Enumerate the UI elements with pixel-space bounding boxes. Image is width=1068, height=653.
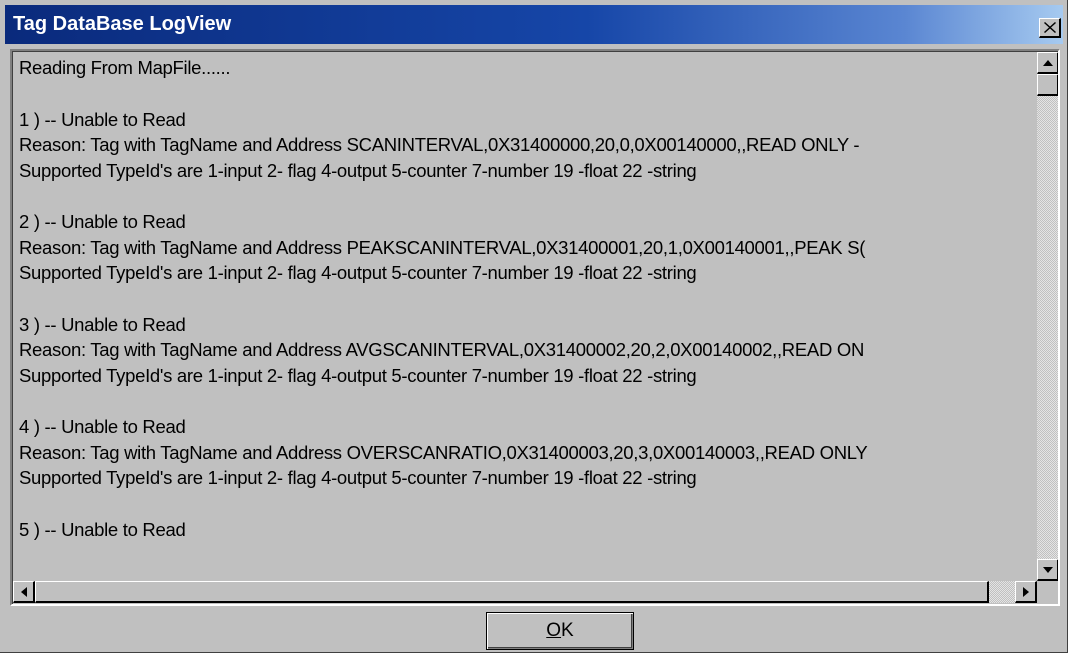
vertical-scrollbar[interactable] [1037,52,1058,581]
log-line: Supported TypeId's are 1-input 2- flag 4… [19,364,697,386]
log-line: 5 ) -- Unable to Read [19,518,186,540]
horizontal-scrollbar[interactable] [13,581,1037,603]
close-button[interactable] [1039,18,1061,38]
ok-button-mnemonic: O [546,620,562,641]
log-content: Reading From MapFile...... 1 ) -- Unable … [19,55,1035,571]
scroll-left-button[interactable] [13,581,35,603]
close-icon [1043,22,1056,33]
scrollbar-corner [1037,581,1058,603]
vertical-scroll-thumb[interactable] [1037,74,1058,96]
window-title: Tag DataBase LogView [13,13,232,35]
arrow-right-icon [1022,586,1029,597]
log-view-dialog: Tag DataBase LogView Reading From MapFil… [0,0,1068,653]
log-line: Reason: Tag with TagName and Address OVE… [19,441,868,463]
log-line: Supported TypeId's are 1-input 2- flag 4… [19,467,697,488]
log-blank-line [19,388,1035,414]
log-text-area[interactable]: Reading From MapFile...... 1 ) -- Unable … [10,49,1060,606]
log-line: 4 ) -- Unable to Read [19,416,186,437]
arrow-up-icon [1042,59,1053,66]
log-blank-line [19,491,1035,517]
log-line: Reason: Tag with TagName and Address SCA… [19,134,860,155]
title-bar[interactable]: Tag DataBase LogView [5,5,1063,44]
log-line: 2 ) -- Unable to Read [19,211,186,232]
log-blank-line [19,81,1035,107]
log-line: Supported TypeId's are 1-input 2- flag 4… [19,159,697,181]
log-blank-line [19,183,1035,209]
scroll-down-button[interactable] [1037,559,1058,581]
log-line: Reason: Tag with TagName and Address PEA… [19,236,866,258]
scroll-right-button[interactable] [1015,581,1037,603]
ok-button[interactable]: OK [486,612,634,650]
arrow-down-icon [1042,566,1053,573]
log-blank-line [19,286,1035,312]
log-line: Supported TypeId's are 1-input 2- flag 4… [19,262,697,283]
log-line: 1 ) -- Unable to Read [19,108,186,130]
log-line: Reason: Tag with TagName and Address AVG… [19,339,864,360]
ok-button-label: K [561,620,574,641]
horizontal-scroll-thumb[interactable] [35,581,989,603]
log-line: 3 ) -- Unable to Read [19,313,186,335]
log-line: Reading From MapFile...... [19,57,231,78]
arrow-left-icon [20,586,27,597]
scroll-up-button[interactable] [1037,52,1058,74]
